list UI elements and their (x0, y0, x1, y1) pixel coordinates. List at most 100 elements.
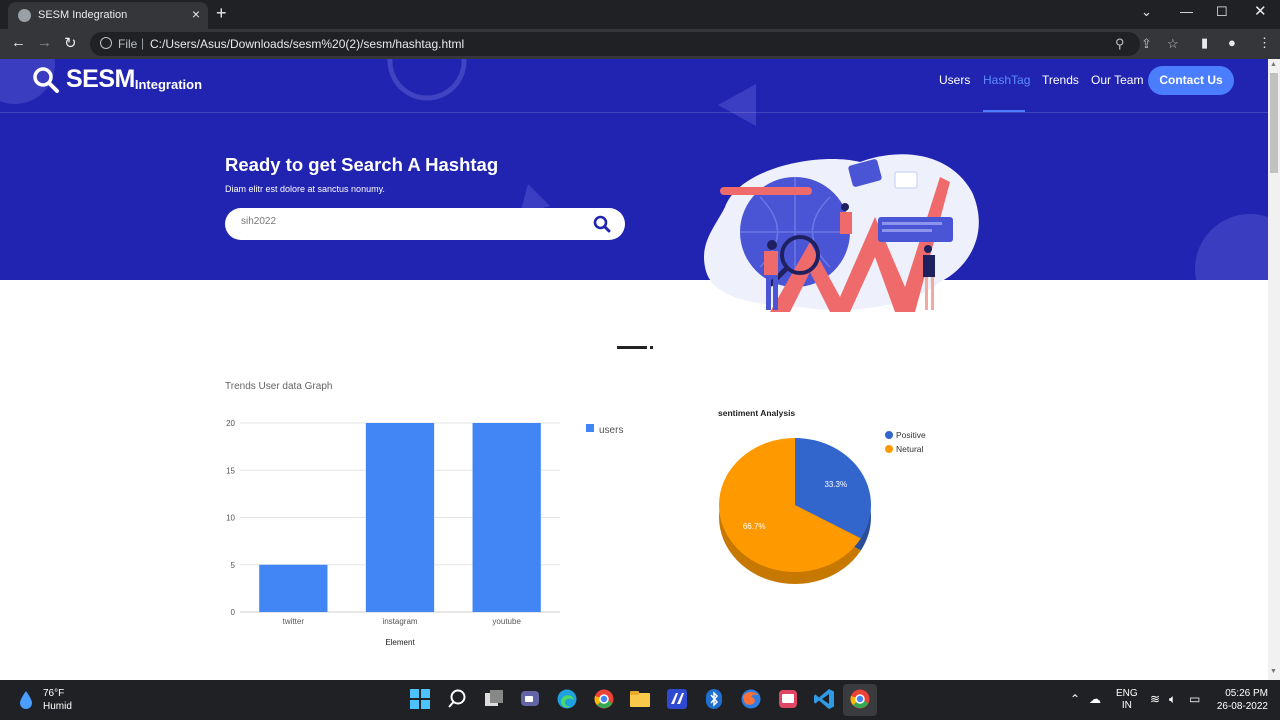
weather-description[interactable]: Humid (43, 701, 72, 712)
x-axis-label: Element (385, 638, 415, 647)
forward-icon[interactable]: → (37, 34, 52, 51)
web-page: SESM Integration Users HashTag Trends Ou… (0, 59, 1268, 680)
edge-browser-icon[interactable] (556, 688, 578, 710)
scrollbar-thumb[interactable] (1270, 73, 1278, 173)
tab-search-icon[interactable]: ⌄ (1141, 4, 1152, 20)
url-text[interactable]: C:/Users/Asus/Downloads/sesm%20(2)/sesm/… (150, 37, 464, 51)
logo-sub-text: Integration (134, 77, 203, 92)
clock-date: 26-08-2022 (1216, 701, 1268, 712)
tray-chevron-icon[interactable]: ⌃ (1070, 692, 1080, 706)
chrome-icon-1[interactable] (593, 688, 615, 710)
battery-icon[interactable]: ▭ (1189, 692, 1200, 706)
legend-label-netural: Netural (896, 444, 924, 454)
x-tick-label: instagram (382, 617, 417, 626)
vscode-icon[interactable] (813, 688, 835, 710)
teams-chat-icon[interactable] (519, 688, 541, 710)
wifi-icon[interactable]: ≋ (1150, 692, 1160, 706)
y-tick-label: 15 (226, 466, 235, 475)
bar-youtube (472, 423, 541, 612)
decor-ring (387, 59, 467, 101)
globe-icon (18, 9, 31, 22)
decor-triangle (718, 84, 756, 126)
weather-temperature[interactable]: 76°F (43, 688, 64, 699)
section-divider-dot (650, 346, 653, 349)
nav-trends[interactable]: Trends (1042, 73, 1079, 87)
windows-start-icon[interactable] (409, 688, 431, 710)
logo-main-text: SESM (66, 65, 135, 93)
browser-tab-bar: SESM Indegration × + ⌄ — ☐ ✕ (0, 0, 1280, 29)
menu-icon[interactable]: ⋮ (1258, 35, 1271, 51)
bookmark-star-icon[interactable]: ☆ (1167, 36, 1179, 52)
task-view-icon[interactable] (483, 688, 505, 710)
legend-swatch-positive (885, 431, 893, 439)
firefox-icon[interactable] (740, 688, 762, 710)
page-scrollbar[interactable]: ▲ ▼ (1268, 59, 1280, 680)
pie-value-label: 66.7% (743, 522, 766, 531)
scroll-up-icon[interactable]: ▲ (1270, 61, 1277, 68)
y-tick-label: 0 (231, 608, 236, 617)
url-separator: | (141, 36, 145, 50)
media-app-icon[interactable] (777, 688, 799, 710)
nav-hashtag[interactable]: HashTag (983, 73, 1030, 87)
y-tick-label: 5 (231, 561, 236, 570)
close-tab-icon[interactable]: × (192, 6, 200, 22)
cloud-weather-icon[interactable]: ☁ (1089, 692, 1101, 706)
file-explorer-icon[interactable] (629, 688, 651, 710)
language-indicator[interactable]: ENG IN (1116, 688, 1138, 712)
bluetooth-icon[interactable] (703, 688, 725, 710)
profile-icon[interactable]: ● (1228, 35, 1236, 50)
pie-title: sentiment Analysis (718, 408, 795, 418)
decor-circle-right (1195, 214, 1268, 280)
reload-icon[interactable]: ↻ (64, 34, 77, 52)
language-code: ENG (1116, 688, 1138, 699)
hero-title: Ready to get Search A Hashtag (225, 154, 499, 175)
scroll-down-icon[interactable]: ▼ (1270, 668, 1277, 675)
info-icon[interactable] (100, 37, 112, 49)
volume-icon[interactable]: 🔈︎ (1169, 692, 1176, 707)
contact-us-button[interactable]: Contact Us (1148, 66, 1234, 95)
nav-divider (0, 112, 1268, 113)
legend-label-positive: Positive (896, 430, 926, 440)
section-divider (617, 346, 647, 349)
close-window-icon[interactable]: ✕ (1254, 2, 1267, 20)
maximize-icon[interactable]: ☐ (1216, 4, 1228, 20)
windows-taskbar: 76°F Humid ⌃ ☁ ENG IN ≋ 🔈︎ ▭ 05:26 PM 26… (0, 680, 1280, 720)
back-icon[interactable]: ← (11, 34, 26, 51)
bar-chart-heading: Trends User data Graph (225, 381, 333, 392)
vpn-app-icon[interactable] (666, 688, 688, 710)
x-tick-label: youtube (492, 617, 521, 626)
hashtag-search-box (225, 208, 625, 240)
hero-section: SESM Integration Users HashTag Trends Ou… (0, 59, 1268, 280)
bar-chart: 0 5 10 15 20 twitter instagram youtube Element us… (226, 419, 623, 647)
hero-illustration (704, 154, 979, 312)
legend-swatch-users (586, 424, 594, 432)
address-bar[interactable]: File | C:/Users/Asus/Downloads/sesm%20(2… (90, 32, 1179, 56)
search-logo-icon (33, 67, 59, 93)
pie-chart: sentiment Analysis 33.3% 66.7% Positive Netu… (718, 408, 926, 584)
system-clock[interactable]: 05:26 PM 26-08-2022 (1212, 687, 1268, 713)
zoom-icon[interactable]: ⚲ (1115, 36, 1125, 52)
tab-title: SESM Indegration (38, 9, 128, 21)
hero-subtitle: Diam elitr est dolore at sanctus nonumy. (225, 184, 385, 194)
nav-active-indicator (983, 110, 1025, 112)
legend-swatch-netural (885, 445, 893, 453)
nav-users[interactable]: Users (939, 73, 970, 87)
new-tab-button[interactable]: + (216, 3, 227, 24)
share-icon[interactable]: ⇪ (1141, 36, 1152, 52)
site-logo[interactable]: SESM Integration (32, 65, 202, 94)
bar-twitter (259, 564, 328, 612)
humidity-icon[interactable] (18, 690, 34, 710)
y-tick-label: 10 (226, 514, 235, 523)
side-panel-icon[interactable]: ▮ (1201, 35, 1208, 51)
nav-our-team[interactable]: Our Team (1091, 73, 1143, 87)
url-scheme-label: File (118, 37, 138, 51)
region-code: IN (1121, 700, 1132, 711)
bar-instagram (365, 423, 435, 612)
chrome-icon-2[interactable] (849, 688, 871, 710)
hashtag-search-input[interactable] (241, 216, 581, 227)
minimize-icon[interactable]: — (1180, 4, 1193, 19)
browser-tab[interactable]: SESM Indegration × (8, 2, 208, 29)
search-icon[interactable] (593, 215, 611, 233)
pie-value-label: 33.3% (824, 480, 847, 489)
search-taskbar-icon[interactable] (446, 688, 468, 710)
